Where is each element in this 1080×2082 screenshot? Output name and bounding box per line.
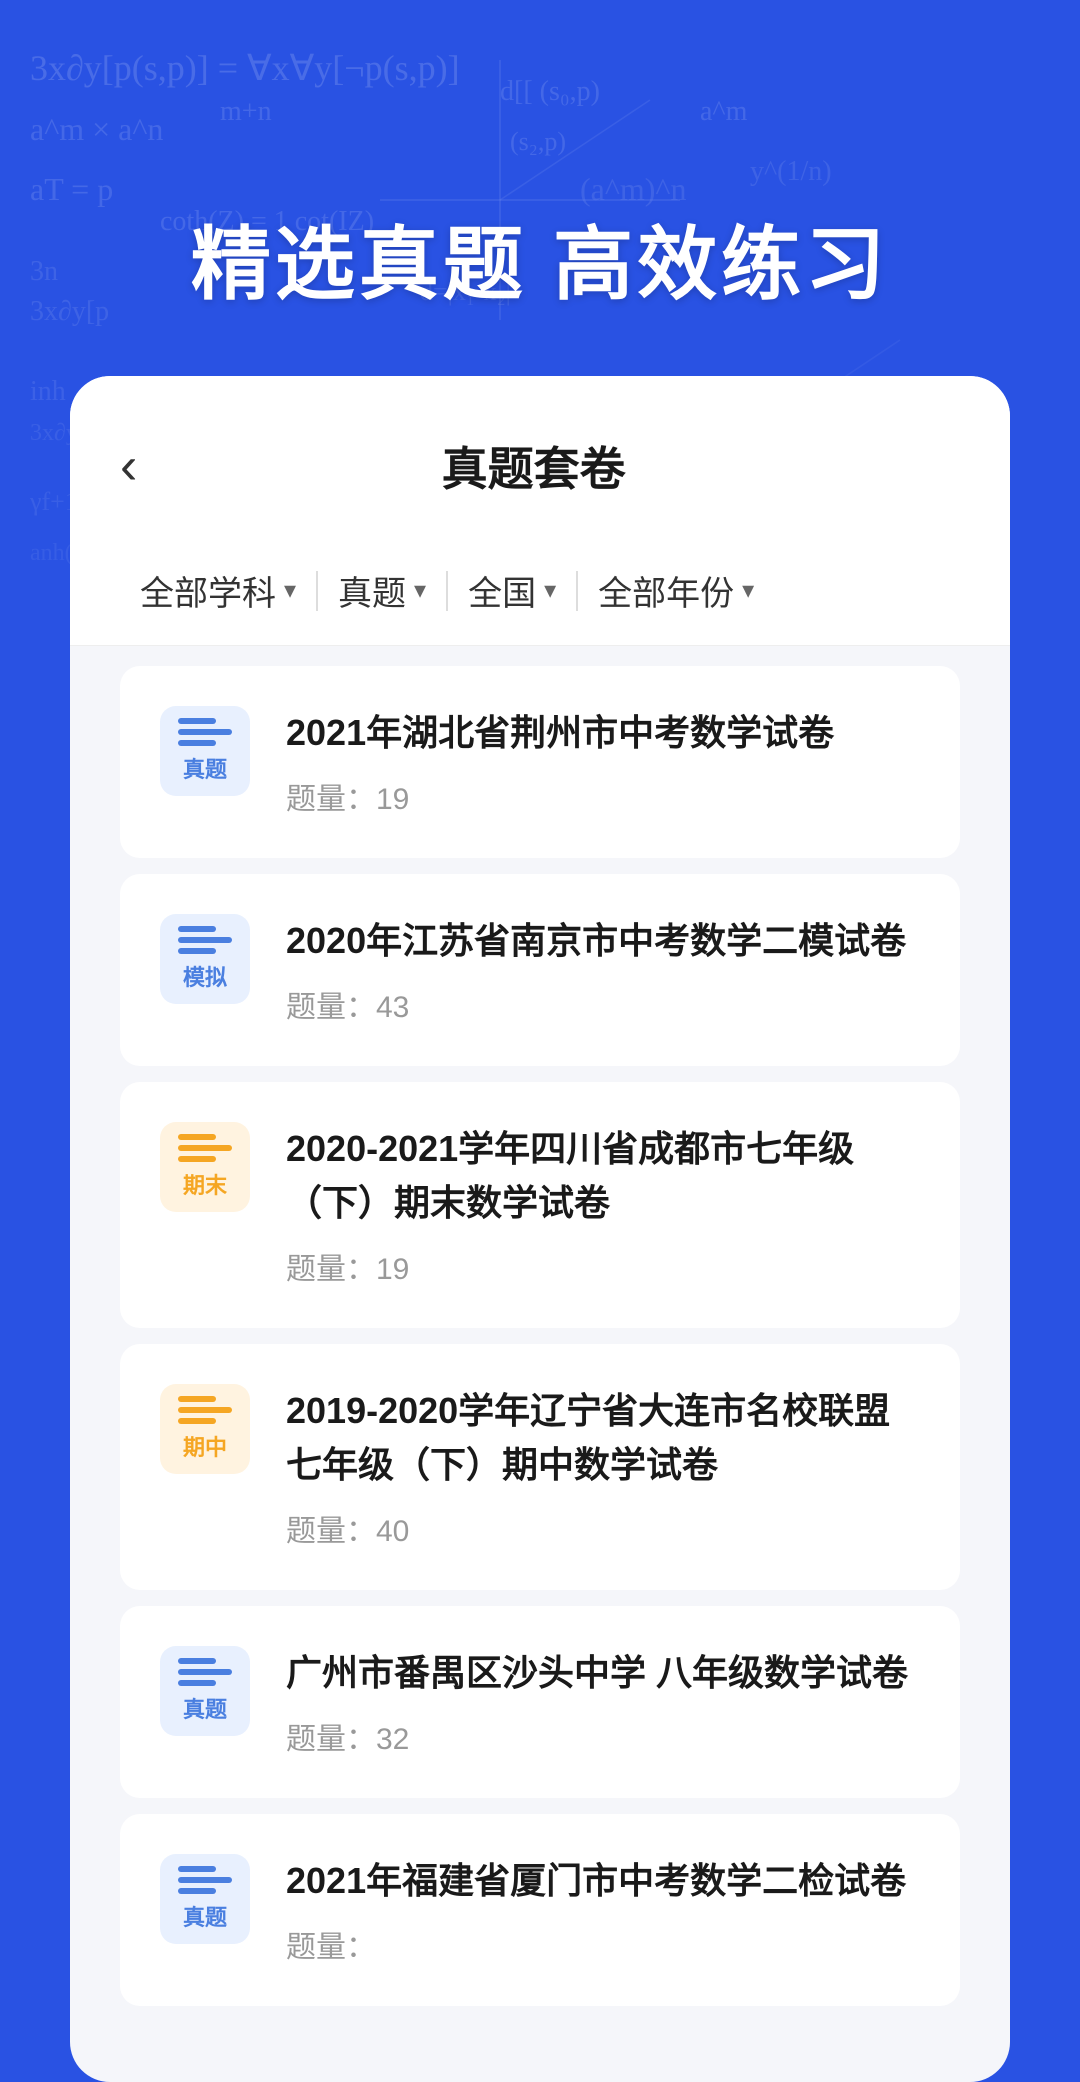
badge-line <box>178 1156 216 1162</box>
badge-label: 期末 <box>183 1168 227 1200</box>
badge-line <box>178 1396 216 1402</box>
badge-moni: 模拟 <box>160 914 250 1004</box>
card-header: ‹ 真题套卷 <box>70 376 1010 536</box>
item-content: 2021年湖北省荆州市中考数学试卷 题量：19 <box>286 706 920 818</box>
back-button[interactable]: ‹ <box>120 426 157 506</box>
item-content: 2020-2021学年四川省成都市七年级（下）期末数学试卷 题量：19 <box>286 1122 920 1288</box>
item-meta: 题量： <box>286 1922 920 1966</box>
badge-line <box>178 926 216 932</box>
item-title: 2021年湖北省荆州市中考数学试卷 <box>286 706 920 760</box>
item-title: 广州市番禺区沙头中学 八年级数学试卷 <box>286 1646 920 1700</box>
list-item[interactable]: 期中 2019-2020学年辽宁省大连市名校联盟七年级（下）期中数学试卷 题量：… <box>120 1344 960 1590</box>
badge-line <box>178 1680 216 1686</box>
filter-subject[interactable]: 全部学科 ▾ <box>120 566 316 615</box>
item-meta: 题量：32 <box>286 1714 920 1758</box>
item-meta: 题量：19 <box>286 1244 920 1288</box>
filter-subject-arrow: ▾ <box>284 576 296 605</box>
badge-lines <box>178 1658 232 1686</box>
badge-lines <box>178 926 232 954</box>
badge-lines <box>178 718 232 746</box>
list-item[interactable]: 真题 2021年福建省厦门市中考数学二检试卷 题量： <box>120 1814 960 2006</box>
badge-line <box>178 1888 216 1894</box>
item-content: 2019-2020学年辽宁省大连市名校联盟七年级（下）期中数学试卷 题量：40 <box>286 1384 920 1550</box>
badge-label: 真题 <box>183 752 227 784</box>
filter-region-arrow: ▾ <box>544 576 556 605</box>
item-title: 2020年江苏省南京市中考数学二模试卷 <box>286 914 920 968</box>
badge-lines <box>178 1396 232 1424</box>
badge-line <box>178 1866 216 1872</box>
exam-list: 真题 2021年湖北省荆州市中考数学试卷 题量：19 模拟 2020年江苏省南 <box>70 646 1010 2042</box>
item-content: 2020年江苏省南京市中考数学二模试卷 题量：43 <box>286 914 920 1026</box>
item-title: 2019-2020学年辽宁省大连市名校联盟七年级（下）期中数学试卷 <box>286 1384 920 1492</box>
item-content: 2021年福建省厦门市中考数学二检试卷 题量： <box>286 1854 920 1966</box>
badge-line <box>178 740 216 746</box>
main-card: ‹ 真题套卷 全部学科 ▾ 真题 ▾ 全国 ▾ 全部年份 ▾ <box>70 376 1010 2082</box>
badge-zhenti: 真题 <box>160 706 250 796</box>
filter-year-arrow: ▾ <box>742 576 754 605</box>
badge-label: 模拟 <box>183 960 227 992</box>
badge-line <box>178 1669 232 1675</box>
item-meta: 题量：40 <box>286 1506 920 1550</box>
badge-label: 期中 <box>183 1430 227 1462</box>
item-title: 2021年福建省厦门市中考数学二检试卷 <box>286 1854 920 1908</box>
badge-lines <box>178 1866 232 1894</box>
card-title: 真题套卷 <box>157 433 960 499</box>
badge-line <box>178 1877 232 1883</box>
filter-type-label: 真题 <box>338 566 406 615</box>
hero-title: 精选真题 高效练习 <box>0 0 1080 316</box>
badge-qizhong: 期中 <box>160 1384 250 1474</box>
badge-line <box>178 1418 216 1424</box>
badge-zhenti: 真题 <box>160 1854 250 1944</box>
badge-line <box>178 1407 232 1413</box>
item-title: 2020-2021学年四川省成都市七年级（下）期末数学试卷 <box>286 1122 920 1230</box>
badge-line <box>178 1145 232 1151</box>
badge-line <box>178 937 232 943</box>
badge-zhenti: 真题 <box>160 1646 250 1736</box>
filter-subject-label: 全部学科 <box>140 566 276 615</box>
filter-bar: 全部学科 ▾ 真题 ▾ 全国 ▾ 全部年份 ▾ <box>70 536 1010 646</box>
list-item[interactable]: 期末 2020-2021学年四川省成都市七年级（下）期末数学试卷 题量：19 <box>120 1082 960 1328</box>
svg-text:inh: inh <box>30 376 66 407</box>
item-meta: 题量：19 <box>286 774 920 818</box>
filter-region-label: 全国 <box>468 566 536 615</box>
badge-line <box>178 1134 216 1140</box>
filter-year[interactable]: 全部年份 ▾ <box>578 566 774 615</box>
filter-year-label: 全部年份 <box>598 566 734 615</box>
filter-region[interactable]: 全国 ▾ <box>448 566 576 615</box>
badge-line <box>178 729 232 735</box>
list-item[interactable]: 真题 2021年湖北省荆州市中考数学试卷 题量：19 <box>120 666 960 858</box>
badge-label: 真题 <box>183 1900 227 1932</box>
badge-line <box>178 948 216 954</box>
badge-lines <box>178 1134 232 1162</box>
item-meta: 题量：43 <box>286 982 920 1026</box>
badge-label: 真题 <box>183 1692 227 1724</box>
filter-type-arrow: ▾ <box>414 576 426 605</box>
badge-line <box>178 1658 216 1664</box>
item-content: 广州市番禺区沙头中学 八年级数学试卷 题量：32 <box>286 1646 920 1758</box>
badge-line <box>178 718 216 724</box>
filter-type[interactable]: 真题 ▾ <box>318 566 446 615</box>
list-item[interactable]: 真题 广州市番禺区沙头中学 八年级数学试卷 题量：32 <box>120 1606 960 1798</box>
badge-qimo: 期末 <box>160 1122 250 1212</box>
list-item[interactable]: 模拟 2020年江苏省南京市中考数学二模试卷 题量：43 <box>120 874 960 1066</box>
